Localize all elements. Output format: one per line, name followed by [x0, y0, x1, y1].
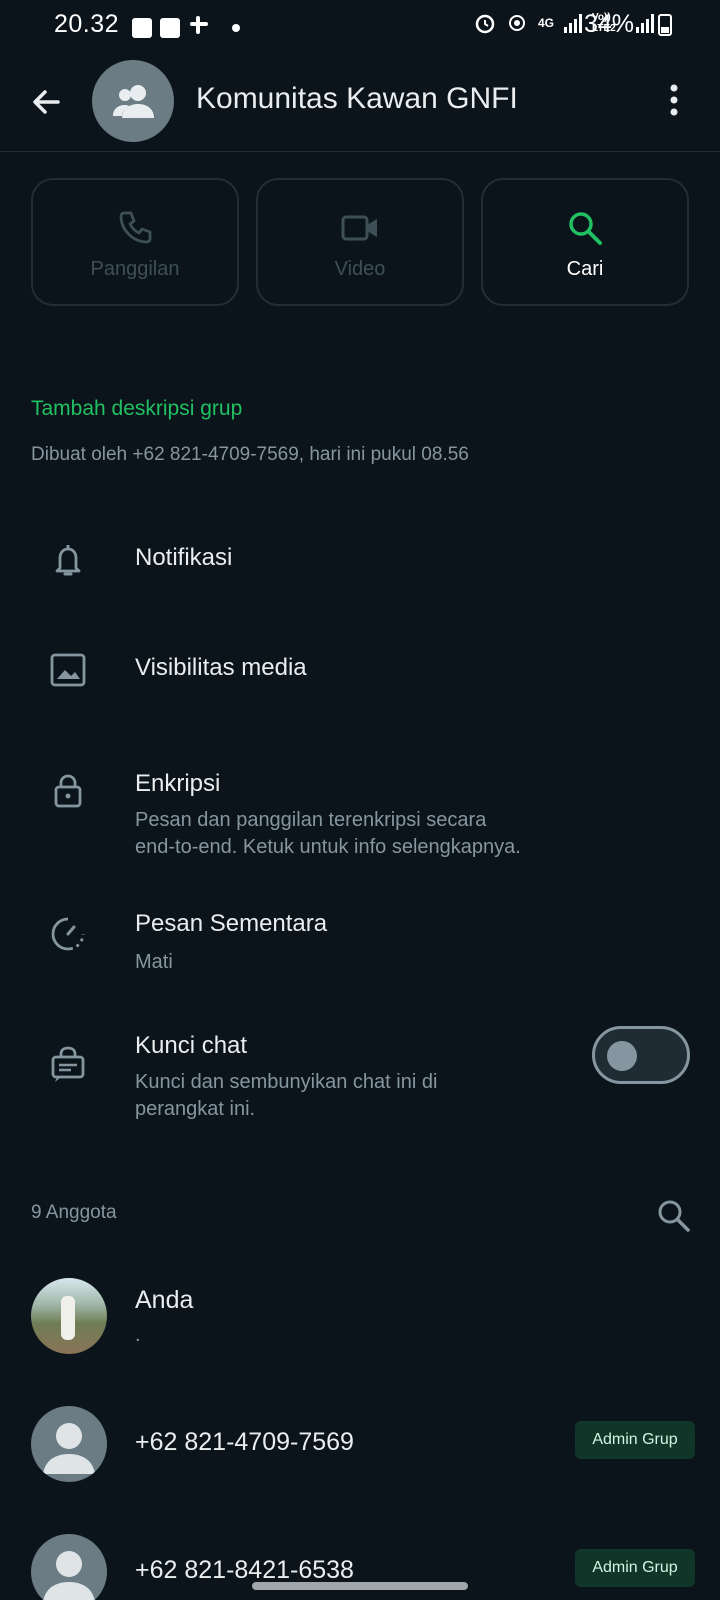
- member-name: +62 821-8421-6538: [135, 1556, 354, 1584]
- member-row[interactable]: +62 821-8421-6538 Admin Grup: [0, 1534, 720, 1600]
- ai-icon: [160, 17, 180, 38]
- group-title[interactable]: Komunitas Kawan GNFI: [196, 82, 518, 116]
- member-row[interactable]: +62 821-4709-7569 Admin Grup: [0, 1406, 720, 1496]
- avatar: [31, 1534, 107, 1600]
- avatar: [31, 1406, 107, 1482]
- group-avatar[interactable]: [92, 60, 174, 142]
- members-search-button[interactable]: [656, 1198, 692, 1239]
- person-icon: [43, 1423, 95, 1474]
- chat-lock-icon: [51, 1046, 85, 1082]
- timer-icon: [51, 917, 85, 951]
- settings-encryption[interactable]: Enkripsi Pesan dan panggilan terenkripsi…: [0, 770, 720, 870]
- notification-icons: [132, 14, 240, 41]
- member-row[interactable]: Anda .: [0, 1278, 720, 1368]
- gallery-icon: [132, 17, 152, 38]
- group-icon: [113, 85, 154, 118]
- battery-percent: 34%: [583, 10, 634, 38]
- slack-icon: [188, 14, 210, 41]
- dot-icon: [232, 23, 240, 32]
- settings-encryption-subtitle-line1: Pesan dan panggilan terenkripsi secara: [135, 809, 487, 831]
- admin-badge: Admin Grup: [575, 1549, 695, 1587]
- settings-chat-lock-subtitle-line1: Kunci dan sembunyikan chat ini di: [135, 1071, 438, 1093]
- video-icon: [341, 215, 377, 241]
- created-by-text: Dibuat oleh +62 821-4709-7569, hari ini …: [31, 444, 469, 465]
- add-group-description-link[interactable]: Tambah deskripsi grup: [31, 397, 242, 421]
- app-bar: Komunitas Kawan GNFI: [0, 52, 720, 152]
- call-button[interactable]: Panggilan: [31, 178, 239, 306]
- settings-encryption-subtitle-line2: end-to-end. Ketuk untuk info selengkapny…: [135, 836, 521, 858]
- back-button[interactable]: [26, 82, 66, 122]
- search-button[interactable]: Cari: [481, 178, 689, 306]
- member-name: +62 821-4709-7569: [135, 1428, 354, 1456]
- battery-icon: [658, 14, 672, 36]
- person-icon: [43, 1551, 95, 1600]
- settings-media-visibility-title: Visibilitas media: [135, 654, 307, 681]
- member-status: .: [135, 1324, 141, 1346]
- admin-badge: Admin Grup: [575, 1421, 695, 1459]
- avatar: [31, 1278, 107, 1354]
- network-4g-label: 4G: [537, 16, 554, 30]
- phone-icon: [119, 211, 152, 244]
- arrow-left-icon: [33, 90, 60, 114]
- signal-icon-2: [636, 14, 654, 33]
- more-vert-icon: [670, 84, 678, 116]
- more-options-button[interactable]: [668, 82, 680, 118]
- settings-encryption-title: Enkripsi: [135, 770, 221, 797]
- call-label: Panggilan: [90, 258, 180, 280]
- member-name: Anda: [135, 1286, 194, 1314]
- settings-disappearing-subtitle: Mati: [135, 951, 173, 973]
- lock-icon: [54, 774, 82, 808]
- alarm-icon: [475, 14, 495, 34]
- action-buttons: Panggilan Video Cari: [31, 178, 689, 306]
- search-icon: [658, 1200, 690, 1232]
- settings-disappearing-title: Pesan Sementara: [135, 910, 328, 937]
- video-label: Video: [334, 258, 386, 280]
- hotspot-icon: [508, 15, 525, 31]
- search-icon: [569, 212, 602, 245]
- bell-icon: [55, 545, 81, 576]
- video-button[interactable]: Video: [256, 178, 464, 306]
- toggle-knob: [607, 1041, 637, 1071]
- search-label: Cari: [566, 258, 604, 280]
- chat-lock-toggle[interactable]: [592, 1026, 690, 1084]
- settings-notifications-title: Notifikasi: [135, 544, 233, 571]
- settings-disappearing-messages[interactable]: Pesan Sementara Mati: [0, 910, 720, 990]
- signal-icon: [564, 14, 582, 33]
- settings-media-visibility[interactable]: Visibilitas media: [0, 650, 720, 730]
- members-count: 9 Anggota: [31, 1202, 117, 1223]
- settings-chat-lock-title: Kunci chat: [135, 1032, 248, 1059]
- settings-notifications[interactable]: Notifikasi: [0, 540, 720, 620]
- settings-chat-lock-subtitle-line2: perangkat ini.: [135, 1098, 256, 1120]
- status-time: 20.32: [54, 10, 120, 38]
- status-bar: 20.32 4G Vo)) LTE2 34%: [0, 0, 720, 52]
- home-indicator[interactable]: [252, 1582, 468, 1590]
- image-icon: [50, 653, 86, 687]
